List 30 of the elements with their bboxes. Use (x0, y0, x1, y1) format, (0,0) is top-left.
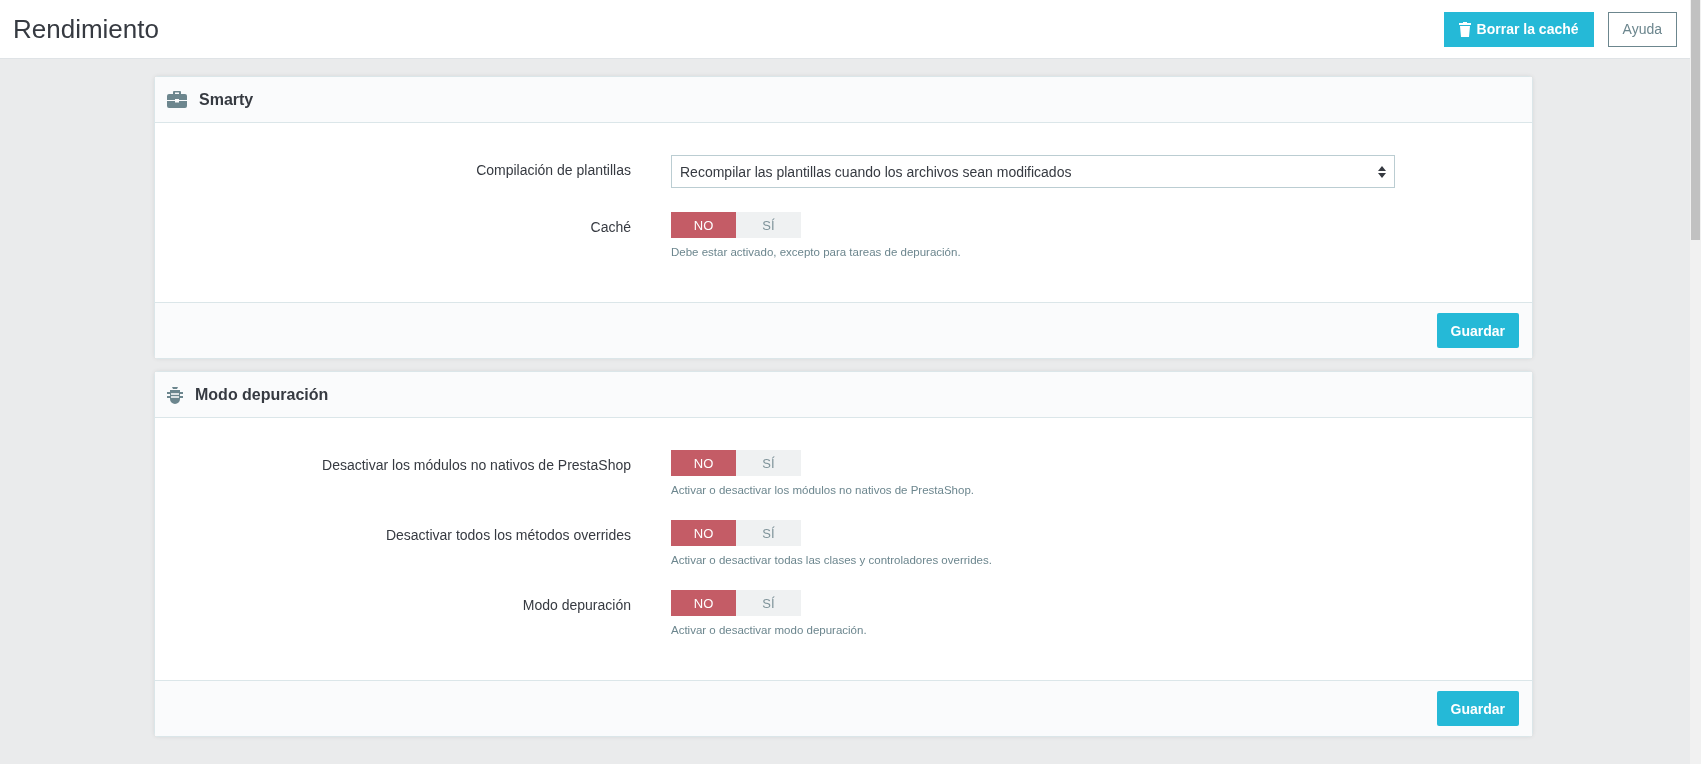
toggle-option[interactable]: SÍ (736, 212, 801, 238)
save-button[interactable]: Guardar (1436, 313, 1519, 348)
toggle-option[interactable]: SÍ (736, 450, 801, 476)
help-text: Debe estar activado, excepto para tareas de depuración. (671, 246, 961, 258)
scrollbar[interactable] (1690, 0, 1701, 764)
help-text: Activar o desactivar los módulos no nativos de PrestaShop. (671, 484, 974, 496)
help-text: Activar o desactivar todas las clases y controladores overrides. (671, 554, 992, 566)
help-button[interactable]: Ayuda (1607, 11, 1677, 47)
bug-icon (167, 385, 183, 404)
save-button[interactable]: Guardar (1436, 691, 1519, 726)
toggle-option[interactable]: NO (671, 590, 736, 616)
field-label: Desactivar los módulos no nativos de PrestaShop (321, 456, 631, 473)
field-label: Modo depuración (521, 596, 631, 613)
template-select[interactable]: Recompilar las plantillas cuando los archivos sean modificados (671, 155, 1395, 188)
field-label: Desactivar todos los métodos overrides (384, 526, 631, 543)
briefcase-icon (167, 91, 187, 108)
clear-cache-button[interactable]: Borrar la caché (1443, 11, 1594, 47)
trash-icon (1458, 21, 1471, 37)
toggle-option[interactable]: SÍ (736, 520, 801, 546)
page-title: Rendimiento (13, 13, 160, 45)
toggle-option[interactable]: NO (671, 450, 736, 476)
help-text: Activar o desactivar modo depuración. (671, 624, 867, 636)
field-label: Caché (589, 218, 631, 235)
toggle-option[interactable]: SÍ (736, 590, 801, 616)
panel-title: Smarty (199, 90, 254, 109)
field-label: Compilación de plantillas (475, 161, 631, 178)
sort-arrows-icon (1378, 165, 1386, 178)
toggle-option[interactable]: NO (671, 520, 736, 546)
panel-title: Modo depuración (195, 385, 329, 404)
toggle-option[interactable]: NO (671, 212, 736, 238)
